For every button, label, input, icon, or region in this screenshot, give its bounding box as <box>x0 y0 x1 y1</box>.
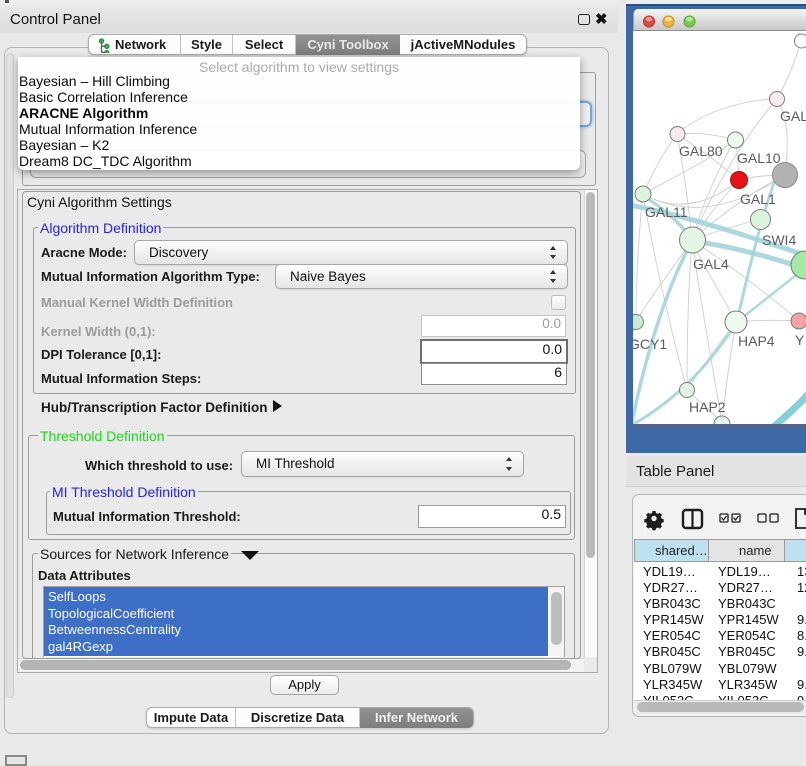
svg-text:GAL80: GAL80 <box>679 143 723 159</box>
svg-text:GAL7: GAL7 <box>780 108 806 124</box>
svg-text:SWI4: SWI4 <box>762 232 796 248</box>
svg-text:GAL4: GAL4 <box>693 256 729 272</box>
svg-text:GAL10: GAL10 <box>737 150 781 166</box>
svg-text:GAL11: GAL11 <box>645 204 688 220</box>
svg-text:HAP4: HAP4 <box>738 333 775 349</box>
svg-text:GCY1: GCY1 <box>633 336 667 352</box>
svg-text:HAP2: HAP2 <box>689 399 726 415</box>
svg-text:Y: Y <box>795 332 805 348</box>
svg-text:GAL1: GAL1 <box>740 191 776 207</box>
